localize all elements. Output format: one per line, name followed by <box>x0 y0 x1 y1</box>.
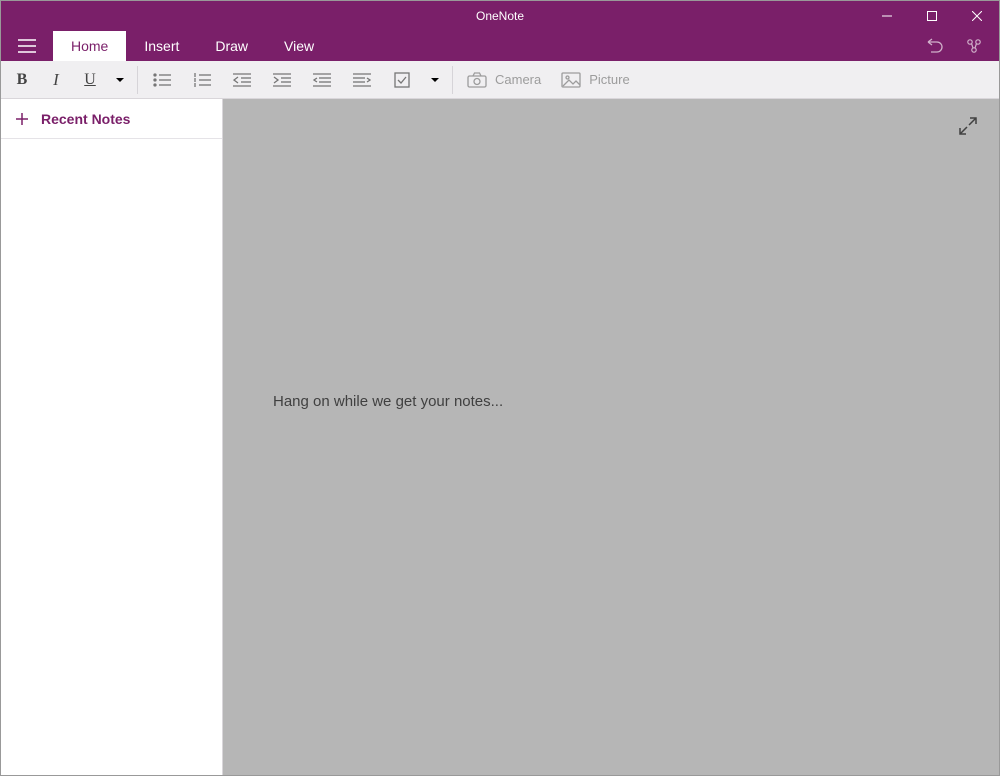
window-controls <box>864 1 999 31</box>
sidebar-header-label: Recent Notes <box>41 111 130 127</box>
minimize-button[interactable] <box>864 1 909 31</box>
bulleted-list-icon <box>153 73 171 87</box>
nav-menu-button[interactable] <box>1 31 53 61</box>
italic-button[interactable]: I <box>39 63 73 97</box>
maximize-icon <box>927 11 937 21</box>
underline-button[interactable]: U <box>73 63 107 97</box>
expand-icon <box>959 117 977 135</box>
ribbon-separator <box>137 66 138 94</box>
app-title: OneNote <box>476 9 524 23</box>
outdent-alt-icon <box>313 73 331 87</box>
camera-label: Camera <box>495 72 541 87</box>
content-area: Recent Notes Hang on while we get your n… <box>1 99 999 775</box>
close-icon <box>972 11 982 21</box>
tags-more-button[interactable] <box>422 77 448 83</box>
bold-icon: B <box>17 71 28 89</box>
camera-icon <box>467 72 487 88</box>
expand-button[interactable] <box>959 117 977 140</box>
ribbon-separator <box>452 66 453 94</box>
tab-insert-label: Insert <box>144 38 179 54</box>
outdent-button[interactable] <box>222 63 262 97</box>
tab-view-label: View <box>284 38 314 54</box>
picture-button[interactable]: Picture <box>551 63 639 97</box>
tab-insert[interactable]: Insert <box>126 31 197 61</box>
picture-label: Picture <box>589 72 629 87</box>
bold-button[interactable]: B <box>5 63 39 97</box>
italic-icon: I <box>53 70 59 90</box>
close-button[interactable] <box>954 1 999 31</box>
indent-alt-icon <box>353 73 371 87</box>
minimize-icon <box>882 11 892 21</box>
camera-button[interactable]: Camera <box>457 63 551 97</box>
undo-icon <box>925 38 943 54</box>
tab-view[interactable]: View <box>266 31 332 61</box>
numbered-list-icon <box>193 73 211 87</box>
ribbon-toolbar: B I U <box>1 61 999 99</box>
tab-home[interactable]: Home <box>53 31 126 61</box>
share-button[interactable] <box>957 31 991 61</box>
todo-tag-button[interactable] <box>382 63 422 97</box>
hamburger-icon <box>18 39 36 53</box>
outdent-icon <box>233 73 251 87</box>
loading-message: Hang on while we get your notes... <box>273 393 503 410</box>
chevron-down-icon <box>430 77 440 83</box>
indent-button[interactable] <box>262 63 302 97</box>
font-more-button[interactable] <box>107 77 133 83</box>
undo-button[interactable] <box>917 31 951 61</box>
checkbox-icon <box>394 72 410 88</box>
tab-home-label: Home <box>71 38 108 54</box>
indent-icon <box>273 73 291 87</box>
title-bar: OneNote <box>1 1 999 31</box>
menu-bar: Home Insert Draw View <box>1 31 999 61</box>
share-icon <box>965 37 983 55</box>
picture-icon <box>561 72 581 88</box>
plus-icon <box>15 112 29 126</box>
maximize-button[interactable] <box>909 1 954 31</box>
note-canvas[interactable]: Hang on while we get your notes... <box>223 99 999 775</box>
indent-alt-button[interactable] <box>342 63 382 97</box>
app-window: OneNote Home Insert Draw View <box>0 0 1000 776</box>
underline-icon: U <box>84 71 96 89</box>
tab-draw-label: Draw <box>215 38 248 54</box>
sidebar-header[interactable]: Recent Notes <box>1 99 222 139</box>
outdent-alt-button[interactable] <box>302 63 342 97</box>
chevron-down-icon <box>115 77 125 83</box>
bulleted-list-button[interactable] <box>142 63 182 97</box>
sidebar: Recent Notes <box>1 99 223 775</box>
numbered-list-button[interactable] <box>182 63 222 97</box>
tab-draw[interactable]: Draw <box>197 31 266 61</box>
menu-bar-right <box>917 31 999 61</box>
